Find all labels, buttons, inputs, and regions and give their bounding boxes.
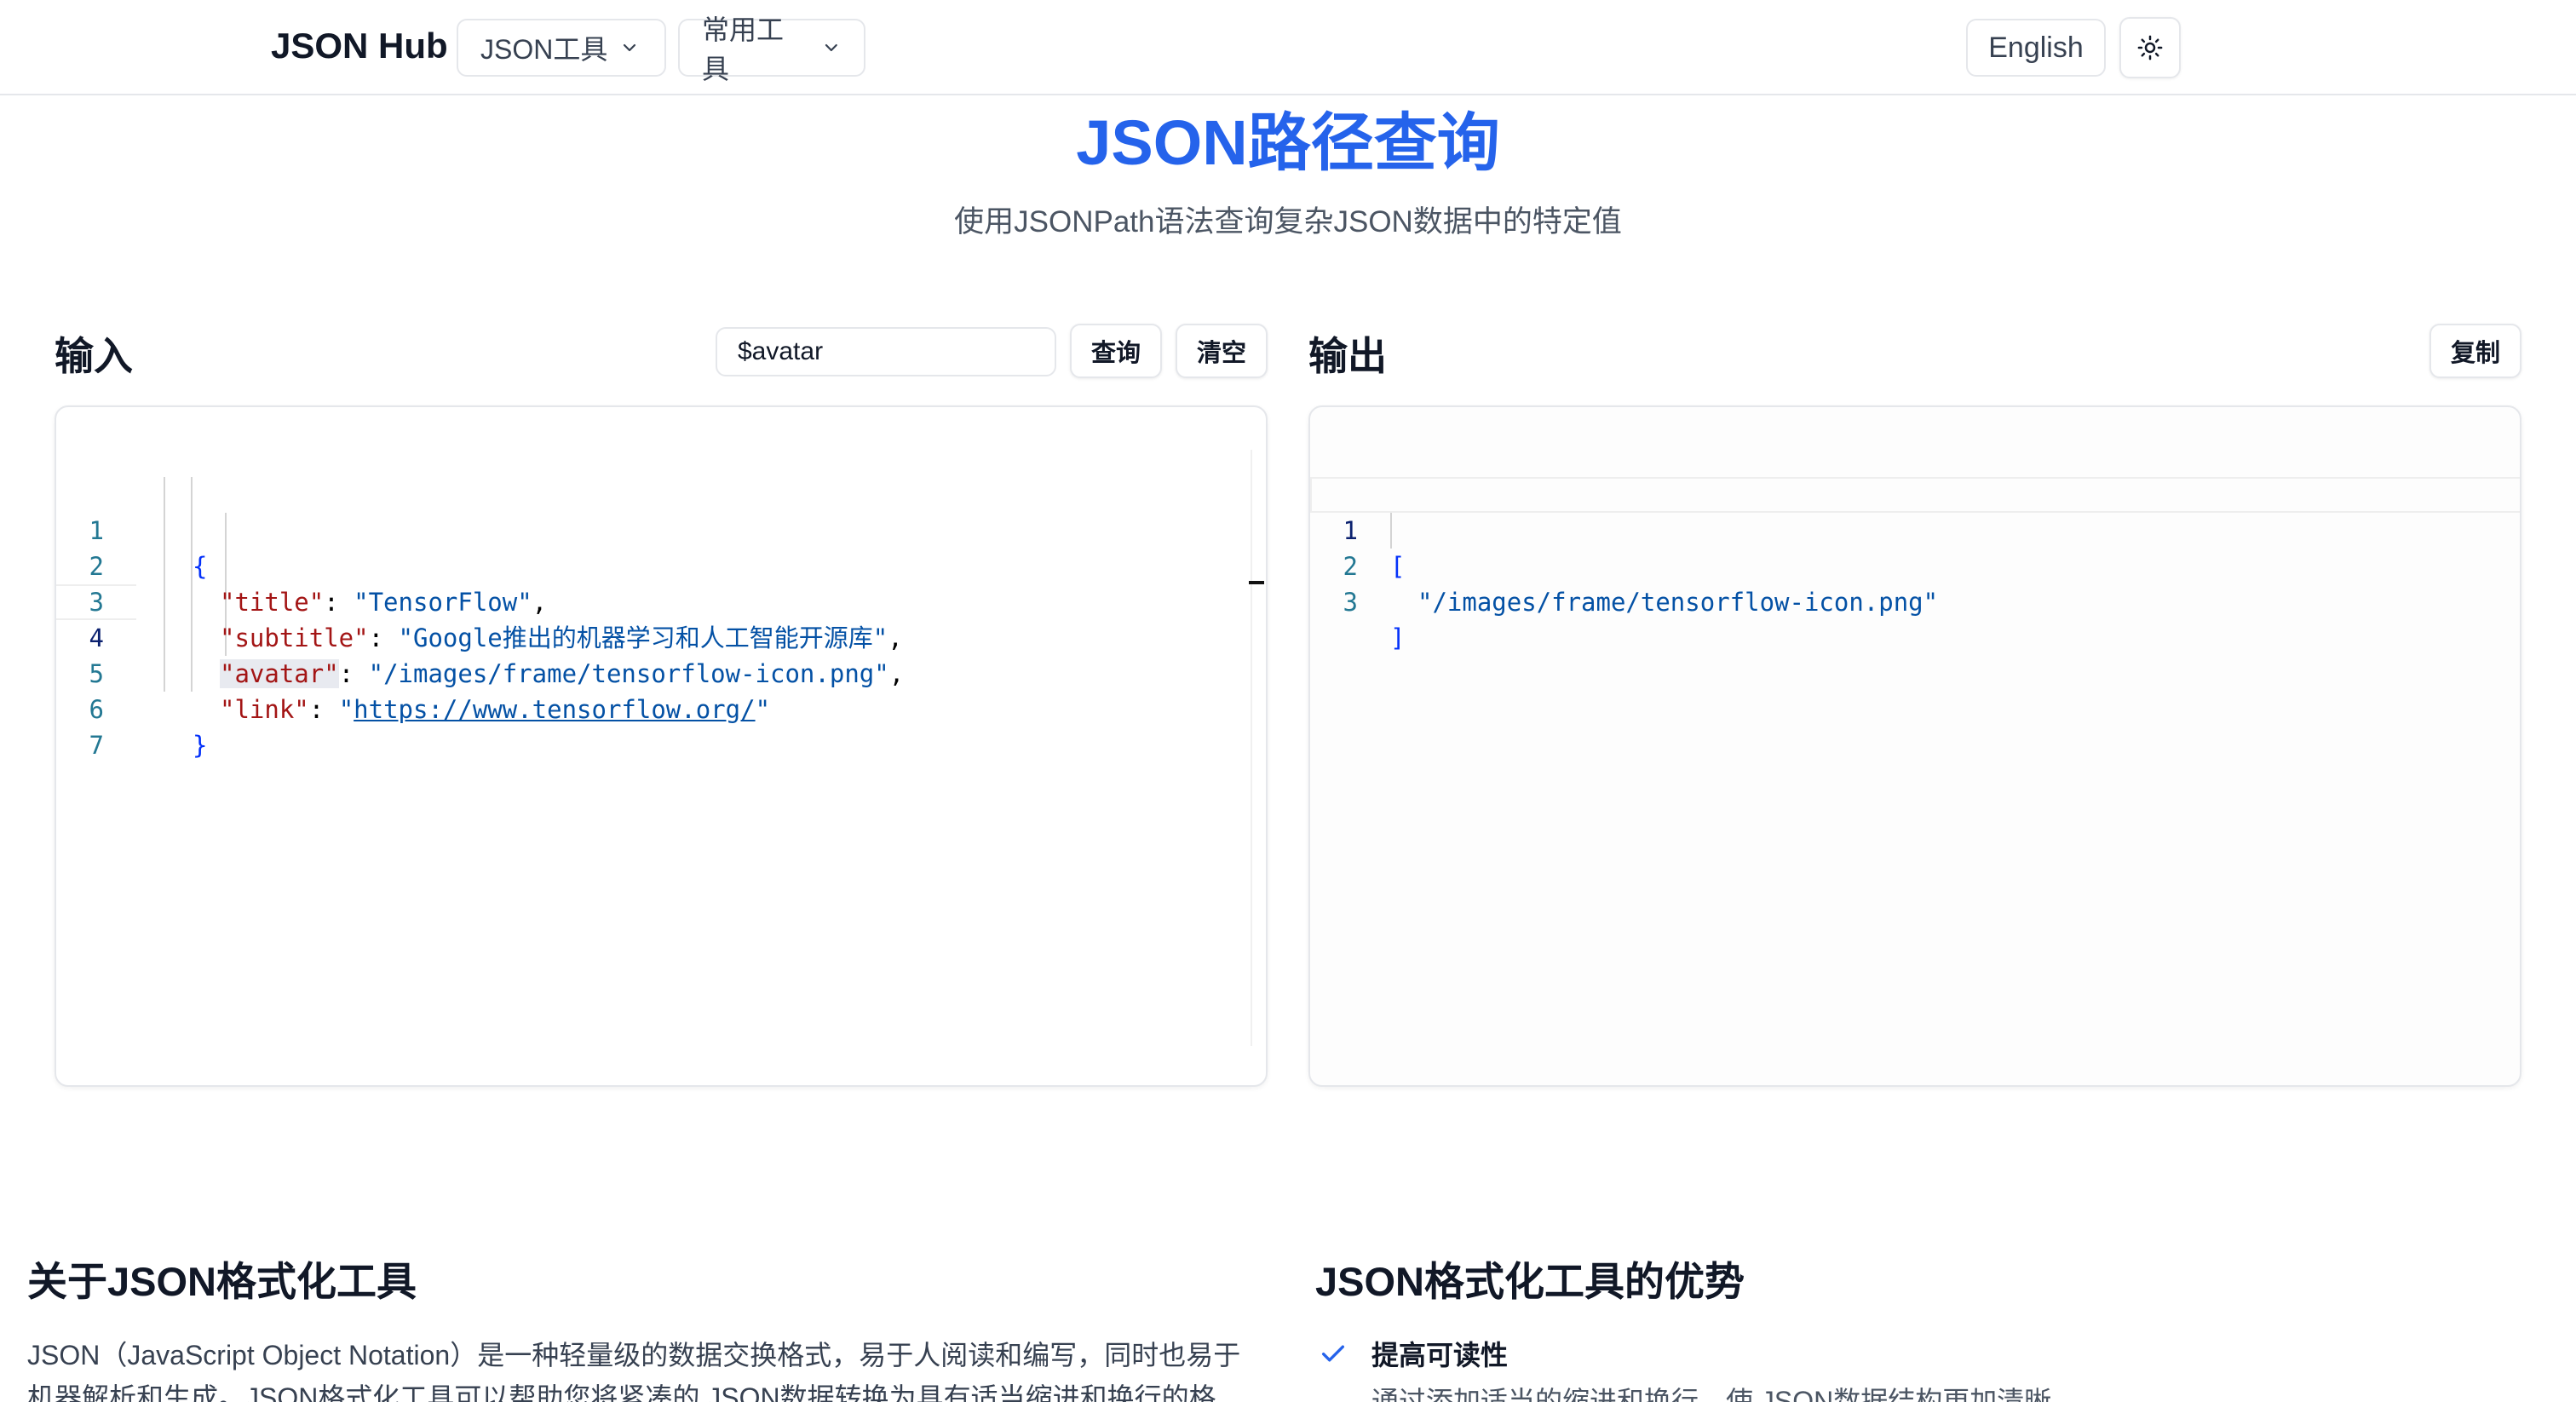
advantage-item-title: 提高可读性 [1371, 1340, 1509, 1370]
check-icon [1321, 1345, 1345, 1362]
sun-icon [2137, 35, 2163, 60]
about-section-title: 关于JSON格式化工具 [27, 1259, 417, 1304]
code-line: 7 [56, 692, 1266, 760]
advantages-section-title: JSON格式化工具的优势 [1315, 1259, 1745, 1304]
nav-json-tools-dropdown[interactable]: JSON工具 [457, 19, 666, 77]
chevron-down-icon [825, 43, 838, 52]
code-line: 2 "/images/frame/tensorflow-icon.png" [1310, 513, 2520, 617]
about-section-text: JSON（JavaScript Object Notation）是一种轻量级的数… [27, 1340, 1241, 1402]
line-number: 7 [89, 731, 104, 760]
nav-json-tools-label: JSON工具 [480, 34, 608, 65]
output-panel-label: 输出 [1308, 334, 1387, 378]
input-panel-label: 输入 [55, 334, 133, 378]
code-line: 3 "subtitle": "Google推出的机器学习和人工智能开源库", [56, 549, 1266, 652]
line-number: 3 [1343, 588, 1358, 617]
code-line: 6 } [56, 656, 1266, 760]
code-line: 3 ] [1310, 549, 2520, 652]
theme-toggle-button[interactable] [2119, 17, 2181, 78]
code-line: 4 "avatar": "/images/frame/tensorflow-ic… [56, 584, 1266, 688]
top-navbar: JSON Hub JSON工具 常用工具 English [0, 0, 2576, 95]
advantage-item-desc: 通过添加适当的缩进和换行，使 JSON数据结构更加清晰 [1371, 1386, 2052, 1402]
brand-logo[interactable]: JSON Hub [271, 26, 448, 66]
code-line: 5 "link": "https://www.tensorflow.org/" [56, 620, 1266, 724]
jsonpath-query-input[interactable] [716, 327, 1056, 376]
clear-button[interactable]: 清空 [1176, 324, 1268, 378]
nav-common-tools-dropdown[interactable]: 常用工具 [678, 14, 865, 84]
nav-common-tools-label: 常用工具 [702, 14, 785, 84]
json-string-value: "/images/frame/tensorflow-icon.png" [1417, 588, 1939, 617]
code-line: 1 [ [1310, 477, 2520, 581]
query-button[interactable]: 查询 [1070, 324, 1162, 378]
page-title: JSON路径查询 [1076, 107, 1500, 178]
code-line: 2 "title": "TensorFlow", [56, 513, 1266, 617]
input-code-editor[interactable]: 1 { 2 "title": "TensorFlow", 3 "subtitle… [55, 405, 1268, 1087]
language-switch-button[interactable]: English [1966, 19, 2106, 77]
code-line: 1 { [56, 477, 1266, 581]
json-close-bracket: ] [1390, 623, 1406, 652]
output-code-editor[interactable]: 1 [ 2 "/images/frame/tensorflow-icon.png… [1308, 405, 2521, 1087]
chevron-down-icon [624, 43, 636, 52]
copy-button[interactable]: 复制 [2429, 324, 2521, 378]
json-close-brace: } [193, 731, 208, 760]
page-subtitle: 使用JSONPath语法查询复杂JSON数据中的特定值 [954, 205, 1622, 238]
